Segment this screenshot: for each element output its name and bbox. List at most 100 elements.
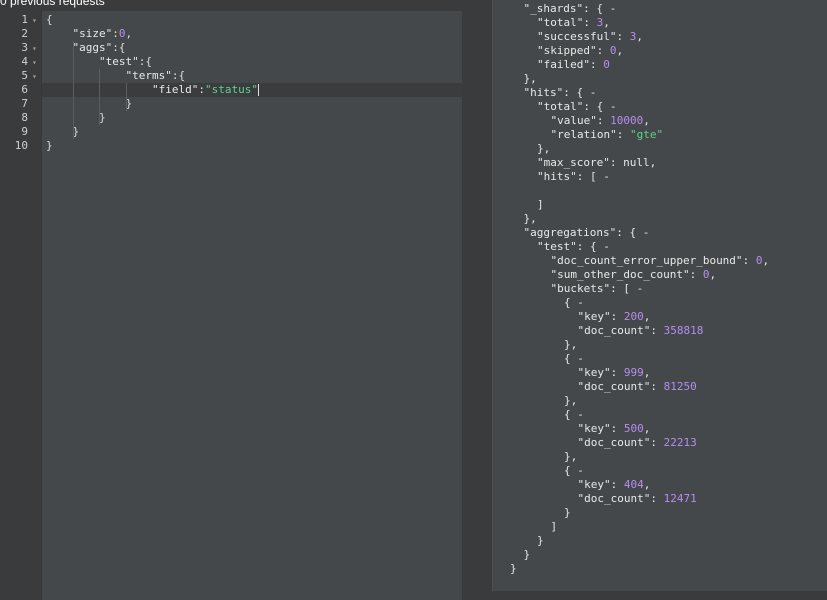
code-line[interactable]: } — [42, 97, 462, 111]
json-punct: ] — [537, 198, 544, 211]
json-key: "buckets" — [550, 282, 611, 295]
response-line: "doc_count": 358818 — [578, 324, 704, 338]
response-line: "relation": "gte" — [551, 128, 664, 142]
gutter-line: 2 — [0, 27, 41, 41]
response-line: "doc_count": 12471 — [578, 492, 697, 506]
response-line: }, — [564, 394, 577, 408]
json-key: "doc_count_error_upper_bound" — [550, 254, 743, 267]
line-number: 5 — [21, 69, 28, 82]
line-number: 10 — [14, 139, 28, 152]
code-line[interactable]: "size":0, — [42, 27, 462, 41]
gutter-line: 6 — [0, 83, 41, 97]
json-punct: :{ — [138, 55, 152, 68]
response-line: }, — [537, 142, 550, 156]
code-line[interactable]: { — [42, 13, 462, 27]
json-punct: : — [610, 310, 624, 323]
fold-arrow-icon[interactable]: ▾ — [32, 56, 37, 70]
json-punct: : — [589, 58, 604, 71]
json-punct: : — [616, 30, 630, 43]
json-punct: , — [603, 16, 610, 29]
response-line: }, — [524, 72, 537, 86]
history-label[interactable]: 0 previous requests — [0, 0, 105, 8]
json-string: "gte" — [629, 128, 664, 141]
json-number: 12471 — [663, 492, 697, 505]
json-punct: : { - — [576, 240, 610, 253]
code-line-text: "test":{ — [99, 55, 152, 69]
json-punct: { — [46, 13, 53, 26]
code-line[interactable]: "test":{ — [42, 55, 462, 69]
code-line[interactable]: "aggs":{ — [42, 41, 462, 55]
json-punct: , — [762, 254, 770, 267]
json-number: 0 — [118, 27, 126, 40]
json-punct: { - — [564, 296, 584, 309]
json-number: 10000 — [610, 114, 644, 127]
json-punct: { - — [564, 352, 584, 365]
json-key: "failed" — [537, 58, 590, 71]
json-punct: : — [650, 380, 664, 393]
json-key: "hits" — [523, 86, 564, 99]
response-line: { - — [564, 408, 584, 422]
json-punct: } — [564, 506, 571, 519]
json-punct: }, — [537, 142, 551, 155]
response-line: "buckets": [ - — [551, 282, 644, 296]
line-number: 8 — [21, 111, 28, 124]
json-number: 358818 — [663, 324, 704, 337]
json-punct: : — [650, 324, 664, 337]
code-line-text: "size":0, — [73, 27, 133, 41]
gutter-line: 8 — [0, 111, 41, 125]
json-key: "relation" — [550, 128, 617, 141]
json-punct: } — [523, 548, 531, 561]
response-line: { - — [564, 352, 584, 366]
code-line[interactable]: "terms":{ — [42, 69, 462, 83]
json-key: "doc_count" — [577, 324, 651, 337]
response-line: "key": 404, — [578, 478, 651, 492]
json-punct: } — [46, 139, 53, 152]
response-line: ] — [537, 198, 544, 212]
code-line[interactable]: } — [42, 139, 462, 153]
json-key: "_shards" — [523, 2, 584, 15]
request-editor[interactable]: 1 ▾ 2 3 ▾ 4 ▾ 5 ▾ 6 7 8 9 10 {"size":0, "aggs":{"test"… — [0, 11, 462, 600]
response-line: "aggregations": { - — [524, 226, 650, 240]
json-punct: }, — [564, 394, 578, 407]
fold-arrow-icon[interactable]: ▾ — [32, 42, 37, 56]
json-key: "max_score" — [537, 156, 610, 169]
text-cursor — [257, 84, 259, 96]
code-line[interactable]: "field":"status" — [42, 83, 462, 97]
history-bar[interactable]: 0 previous requests — [0, 0, 462, 11]
json-punct: : — [596, 114, 611, 127]
response-line: "hits": { - — [524, 86, 597, 100]
json-punct: , — [643, 422, 651, 435]
json-punct: : — [689, 268, 703, 281]
line-number: 2 — [21, 27, 28, 40]
panel-divider[interactable] — [462, 0, 492, 600]
json-number: 200 — [623, 310, 644, 323]
json-number: 500 — [623, 422, 644, 435]
json-punct: : — [583, 16, 597, 29]
response-line: "doc_count_error_upper_bound": 0, — [551, 254, 770, 268]
json-key: "skipped" — [537, 44, 597, 57]
code-area[interactable]: { "size":0, "aggs":{"test":{"terms":{"fiel… — [41, 11, 462, 600]
response-line: }, — [564, 338, 577, 352]
response-line: "doc_count": 22213 — [578, 436, 697, 450]
json-punct: : null, — [609, 156, 657, 169]
json-punct: : [ - — [610, 282, 644, 295]
response-line: }, — [524, 212, 537, 226]
json-key: "key" — [577, 366, 611, 379]
response-line: } — [537, 534, 544, 548]
json-punct: }, — [523, 212, 537, 225]
fold-arrow-icon[interactable]: ▾ — [32, 14, 37, 28]
response-line: "sum_other_doc_count": 0, — [551, 268, 717, 282]
json-punct: : { - — [563, 86, 597, 99]
code-line[interactable]: } — [42, 125, 462, 139]
json-key: "total" — [537, 100, 584, 113]
gutter-line: 7 — [0, 97, 41, 111]
json-punct: : — [616, 128, 630, 141]
response-line: } — [564, 506, 571, 520]
gutter-line: 4 ▾ — [0, 55, 41, 69]
code-line-text: "terms":{ — [126, 69, 186, 83]
code-line[interactable]: } — [42, 111, 462, 125]
json-key: "aggregations" — [523, 226, 617, 239]
response-line: "_shards": { - — [524, 2, 617, 16]
fold-arrow-icon[interactable]: ▾ — [32, 70, 37, 84]
gutter-line: 10 — [0, 139, 41, 153]
